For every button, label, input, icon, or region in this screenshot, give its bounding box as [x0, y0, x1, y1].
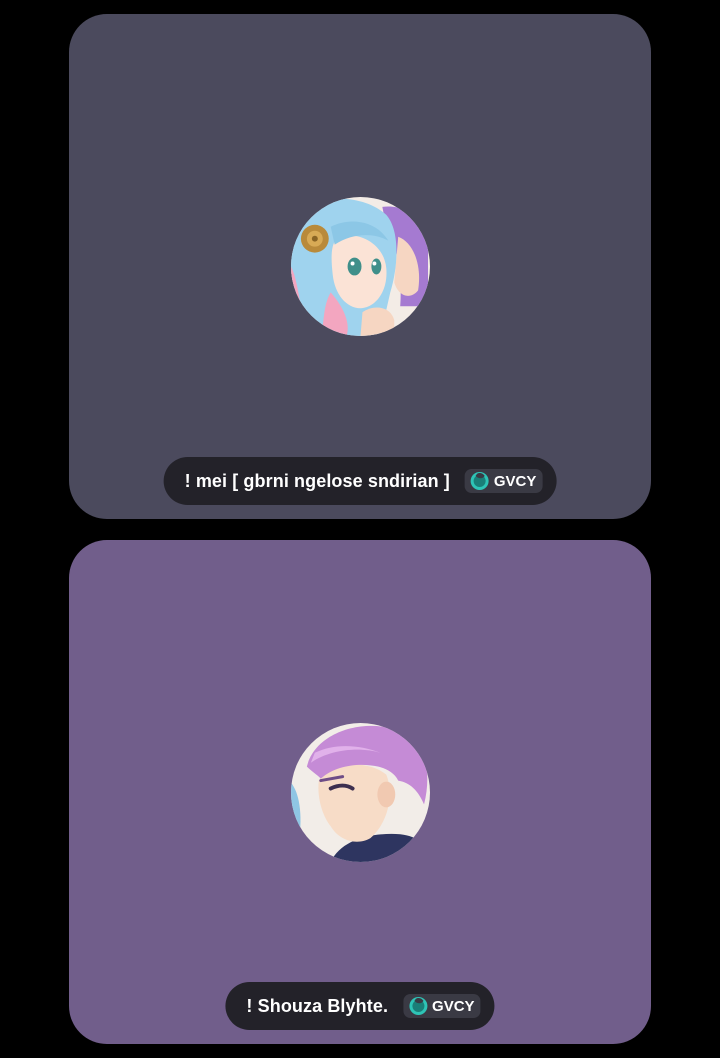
participant-name: ! Shouza Blyhte.: [246, 995, 389, 1016]
avatar-boy-icon: [291, 723, 430, 862]
participant-tile-2[interactable]: ! Shouza Blyhte. GVCY: [69, 540, 651, 1044]
avatar-girl-icon: [291, 197, 430, 336]
server-tag-label: GVCY: [432, 997, 475, 1015]
server-tag-badge[interactable]: GVCY: [403, 994, 481, 1018]
server-tag-badge[interactable]: GVCY: [464, 469, 543, 493]
participant-tile-1[interactable]: ! mei [ gbrni ngelose sndirian ] GVCY: [69, 14, 651, 519]
server-tag-label: GVCY: [493, 472, 537, 490]
moon-tag-icon: [409, 997, 428, 1015]
participant-name: ! mei [ gbrni ngelose sndirian ]: [184, 470, 450, 491]
moon-tag-icon: [470, 472, 489, 490]
avatar: [291, 197, 430, 336]
participant-name-pill[interactable]: ! Shouza Blyhte. GVCY: [225, 982, 495, 1030]
participant-name-pill[interactable]: ! mei [ gbrni ngelose sndirian ] GVCY: [163, 457, 557, 505]
voice-call-grid: ! mei [ gbrni ngelose sndirian ] GVCY ! …: [0, 0, 720, 1058]
avatar: [291, 723, 430, 862]
